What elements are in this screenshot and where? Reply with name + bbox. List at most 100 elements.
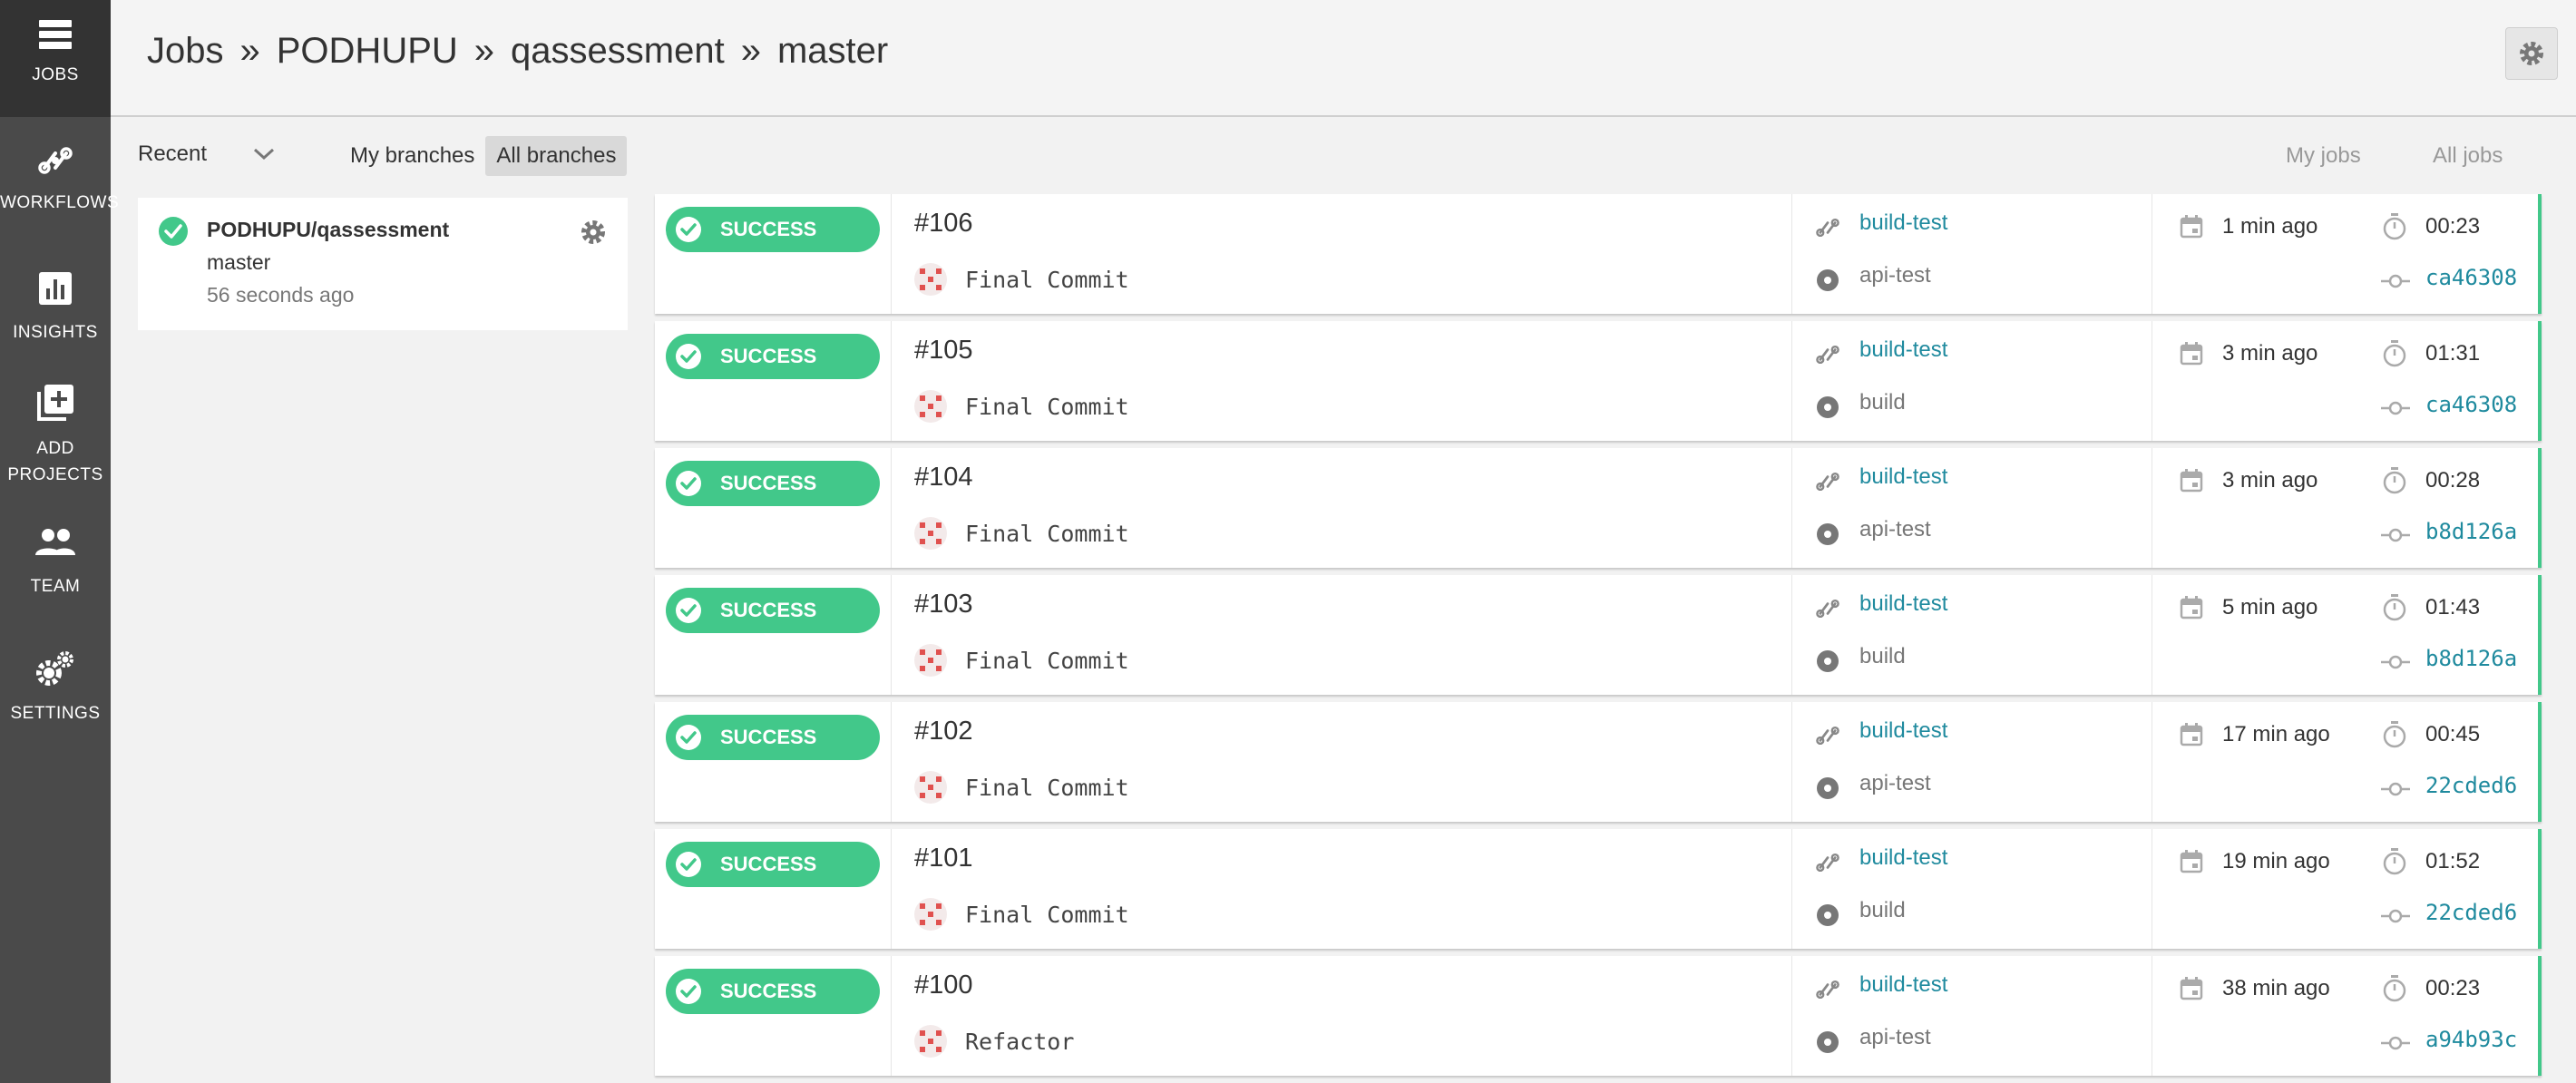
job-name: build <box>1859 898 1906 922</box>
workflow-link[interactable]: build-test <box>1859 464 1947 490</box>
duration: 01:31 <box>2425 341 2481 366</box>
column-divider <box>891 321 892 441</box>
jobs-icon <box>39 20 72 49</box>
check-circle-icon <box>676 471 701 496</box>
commit-icon <box>2381 1036 2410 1050</box>
time-ago: 5 min ago <box>2222 595 2318 620</box>
build-number[interactable]: #102 <box>914 717 973 746</box>
column-divider <box>1791 956 1792 1076</box>
commit-message: Final Commit <box>965 267 1129 293</box>
commit-icon <box>2381 909 2410 923</box>
sidebar-item-workflows[interactable]: WORKFLOWS <box>0 141 119 216</box>
job-row[interactable]: SUCCESS #104 Final Commit build-test api… <box>655 448 2542 568</box>
sidebar-item-add-projects[interactable]: ADD PROJECTS <box>0 383 111 488</box>
status-badge[interactable]: SUCCESS <box>666 461 880 506</box>
project-branch: master <box>207 250 271 274</box>
check-circle-icon <box>676 598 701 623</box>
job-name: build <box>1859 390 1906 415</box>
status-badge[interactable]: SUCCESS <box>666 969 880 1014</box>
build-number[interactable]: #105 <box>914 336 973 366</box>
tab-my-branches[interactable]: My branches <box>339 136 485 176</box>
duration: 00:28 <box>2425 468 2481 493</box>
calendar-icon <box>2180 596 2203 620</box>
sidebar-label-projects: PROJECTS <box>7 465 103 484</box>
job-row[interactable]: SUCCESS #101 Final Commit build-test bui… <box>655 829 2542 949</box>
job-row[interactable]: SUCCESS #102 Final Commit build-test api… <box>655 702 2542 822</box>
commit-sha-link[interactable]: b8d126a <box>2425 519 2517 544</box>
status-label: SUCCESS <box>720 726 817 748</box>
breadcrumb-project[interactable]: qassessment <box>511 31 725 71</box>
recent-dropdown-label: Recent <box>138 141 208 166</box>
status-badge[interactable]: SUCCESS <box>666 207 880 252</box>
build-number[interactable]: #106 <box>914 209 973 239</box>
status-label: SUCCESS <box>720 980 817 1002</box>
workflow-link[interactable]: build-test <box>1859 718 1947 744</box>
check-circle-icon <box>676 852 701 877</box>
success-check-icon <box>159 217 188 246</box>
sidebar-item-insights[interactable]: INSIGHTS <box>0 270 111 346</box>
avatar <box>914 644 947 677</box>
workflow-icon <box>1816 980 1839 1000</box>
workflow-link[interactable]: build-test <box>1859 210 1947 236</box>
tab-all-branches[interactable]: All branches <box>485 136 628 176</box>
status-badge[interactable]: SUCCESS <box>666 334 880 379</box>
project-name[interactable]: PODHUPU/qassessment <box>207 218 449 242</box>
status-label: SUCCESS <box>720 472 817 494</box>
status-badge[interactable]: SUCCESS <box>666 715 880 760</box>
commit-sha-link[interactable]: 22cded6 <box>2425 773 2517 798</box>
job-row[interactable]: SUCCESS #105 Final Commit build-test bui… <box>655 321 2542 441</box>
project-card[interactable]: PODHUPU/qassessment master 56 seconds ag… <box>138 198 628 330</box>
job-status-icon <box>1817 269 1839 291</box>
workflow-link[interactable]: build-test <box>1859 591 1947 617</box>
status-label: SUCCESS <box>720 345 817 367</box>
job-row[interactable]: SUCCESS #106 Final Commit build-test api… <box>655 194 2542 314</box>
timer-icon <box>2383 721 2406 748</box>
status-badge[interactable]: SUCCESS <box>666 842 880 887</box>
status-badge[interactable]: SUCCESS <box>666 588 880 633</box>
time-ago: 38 min ago <box>2222 976 2330 1000</box>
breadcrumb-separator: » <box>239 31 260 71</box>
build-number[interactable]: #101 <box>914 844 973 873</box>
gear-icon[interactable] <box>579 218 608 247</box>
tab-all-jobs[interactable]: All jobs <box>2433 143 2503 169</box>
workflow-link[interactable]: build-test <box>1859 972 1947 998</box>
commit-sha-link[interactable]: a94b93c <box>2425 1027 2517 1052</box>
project-settings-button[interactable] <box>2505 27 2558 80</box>
tab-my-jobs[interactable]: My jobs <box>2286 143 2361 169</box>
avatar <box>914 390 947 423</box>
commit-sha-link[interactable]: 22cded6 <box>2425 900 2517 925</box>
sidebar-item-settings[interactable]: SETTINGS <box>0 649 111 727</box>
column-divider <box>1791 194 1792 314</box>
check-circle-icon <box>676 217 701 242</box>
job-row[interactable]: SUCCESS #103 Final Commit build-test bui… <box>655 575 2542 695</box>
time-ago: 3 min ago <box>2222 341 2318 366</box>
duration: 00:45 <box>2425 722 2481 746</box>
commit-sha-link[interactable]: ca46308 <box>2425 392 2517 417</box>
commit-sha-link[interactable]: b8d126a <box>2425 646 2517 671</box>
breadcrumb-org[interactable]: PODHUPU <box>277 31 458 71</box>
commit-sha-link[interactable]: ca46308 <box>2425 265 2517 290</box>
timer-icon <box>2383 594 2406 621</box>
job-status-icon <box>1817 523 1839 545</box>
duration: 01:52 <box>2425 849 2481 873</box>
column-divider <box>1791 448 1792 568</box>
column-divider <box>891 448 892 568</box>
breadcrumb-separator: » <box>740 31 761 71</box>
workflow-link[interactable]: build-test <box>1859 845 1947 871</box>
chevron-down-icon <box>254 148 275 161</box>
sidebar-label-jobs: JOBS <box>32 65 79 84</box>
sidebar-item-team[interactable]: TEAM <box>0 526 111 600</box>
workflow-link[interactable]: build-test <box>1859 337 1947 363</box>
team-icon <box>35 529 75 555</box>
column-divider <box>891 702 892 822</box>
build-number[interactable]: #100 <box>914 971 973 1000</box>
sidebar-item-jobs[interactable]: JOBS <box>0 0 111 117</box>
timer-icon <box>2383 975 2406 1002</box>
job-name: build <box>1859 644 1906 668</box>
build-number[interactable]: #103 <box>914 590 973 620</box>
column-divider <box>1791 702 1792 822</box>
build-number[interactable]: #104 <box>914 463 973 493</box>
breadcrumb-jobs[interactable]: Jobs <box>147 31 224 71</box>
job-row[interactable]: SUCCESS #100 Refactor build-test api-tes… <box>655 956 2542 1076</box>
recent-dropdown[interactable]: Recent <box>138 141 276 167</box>
